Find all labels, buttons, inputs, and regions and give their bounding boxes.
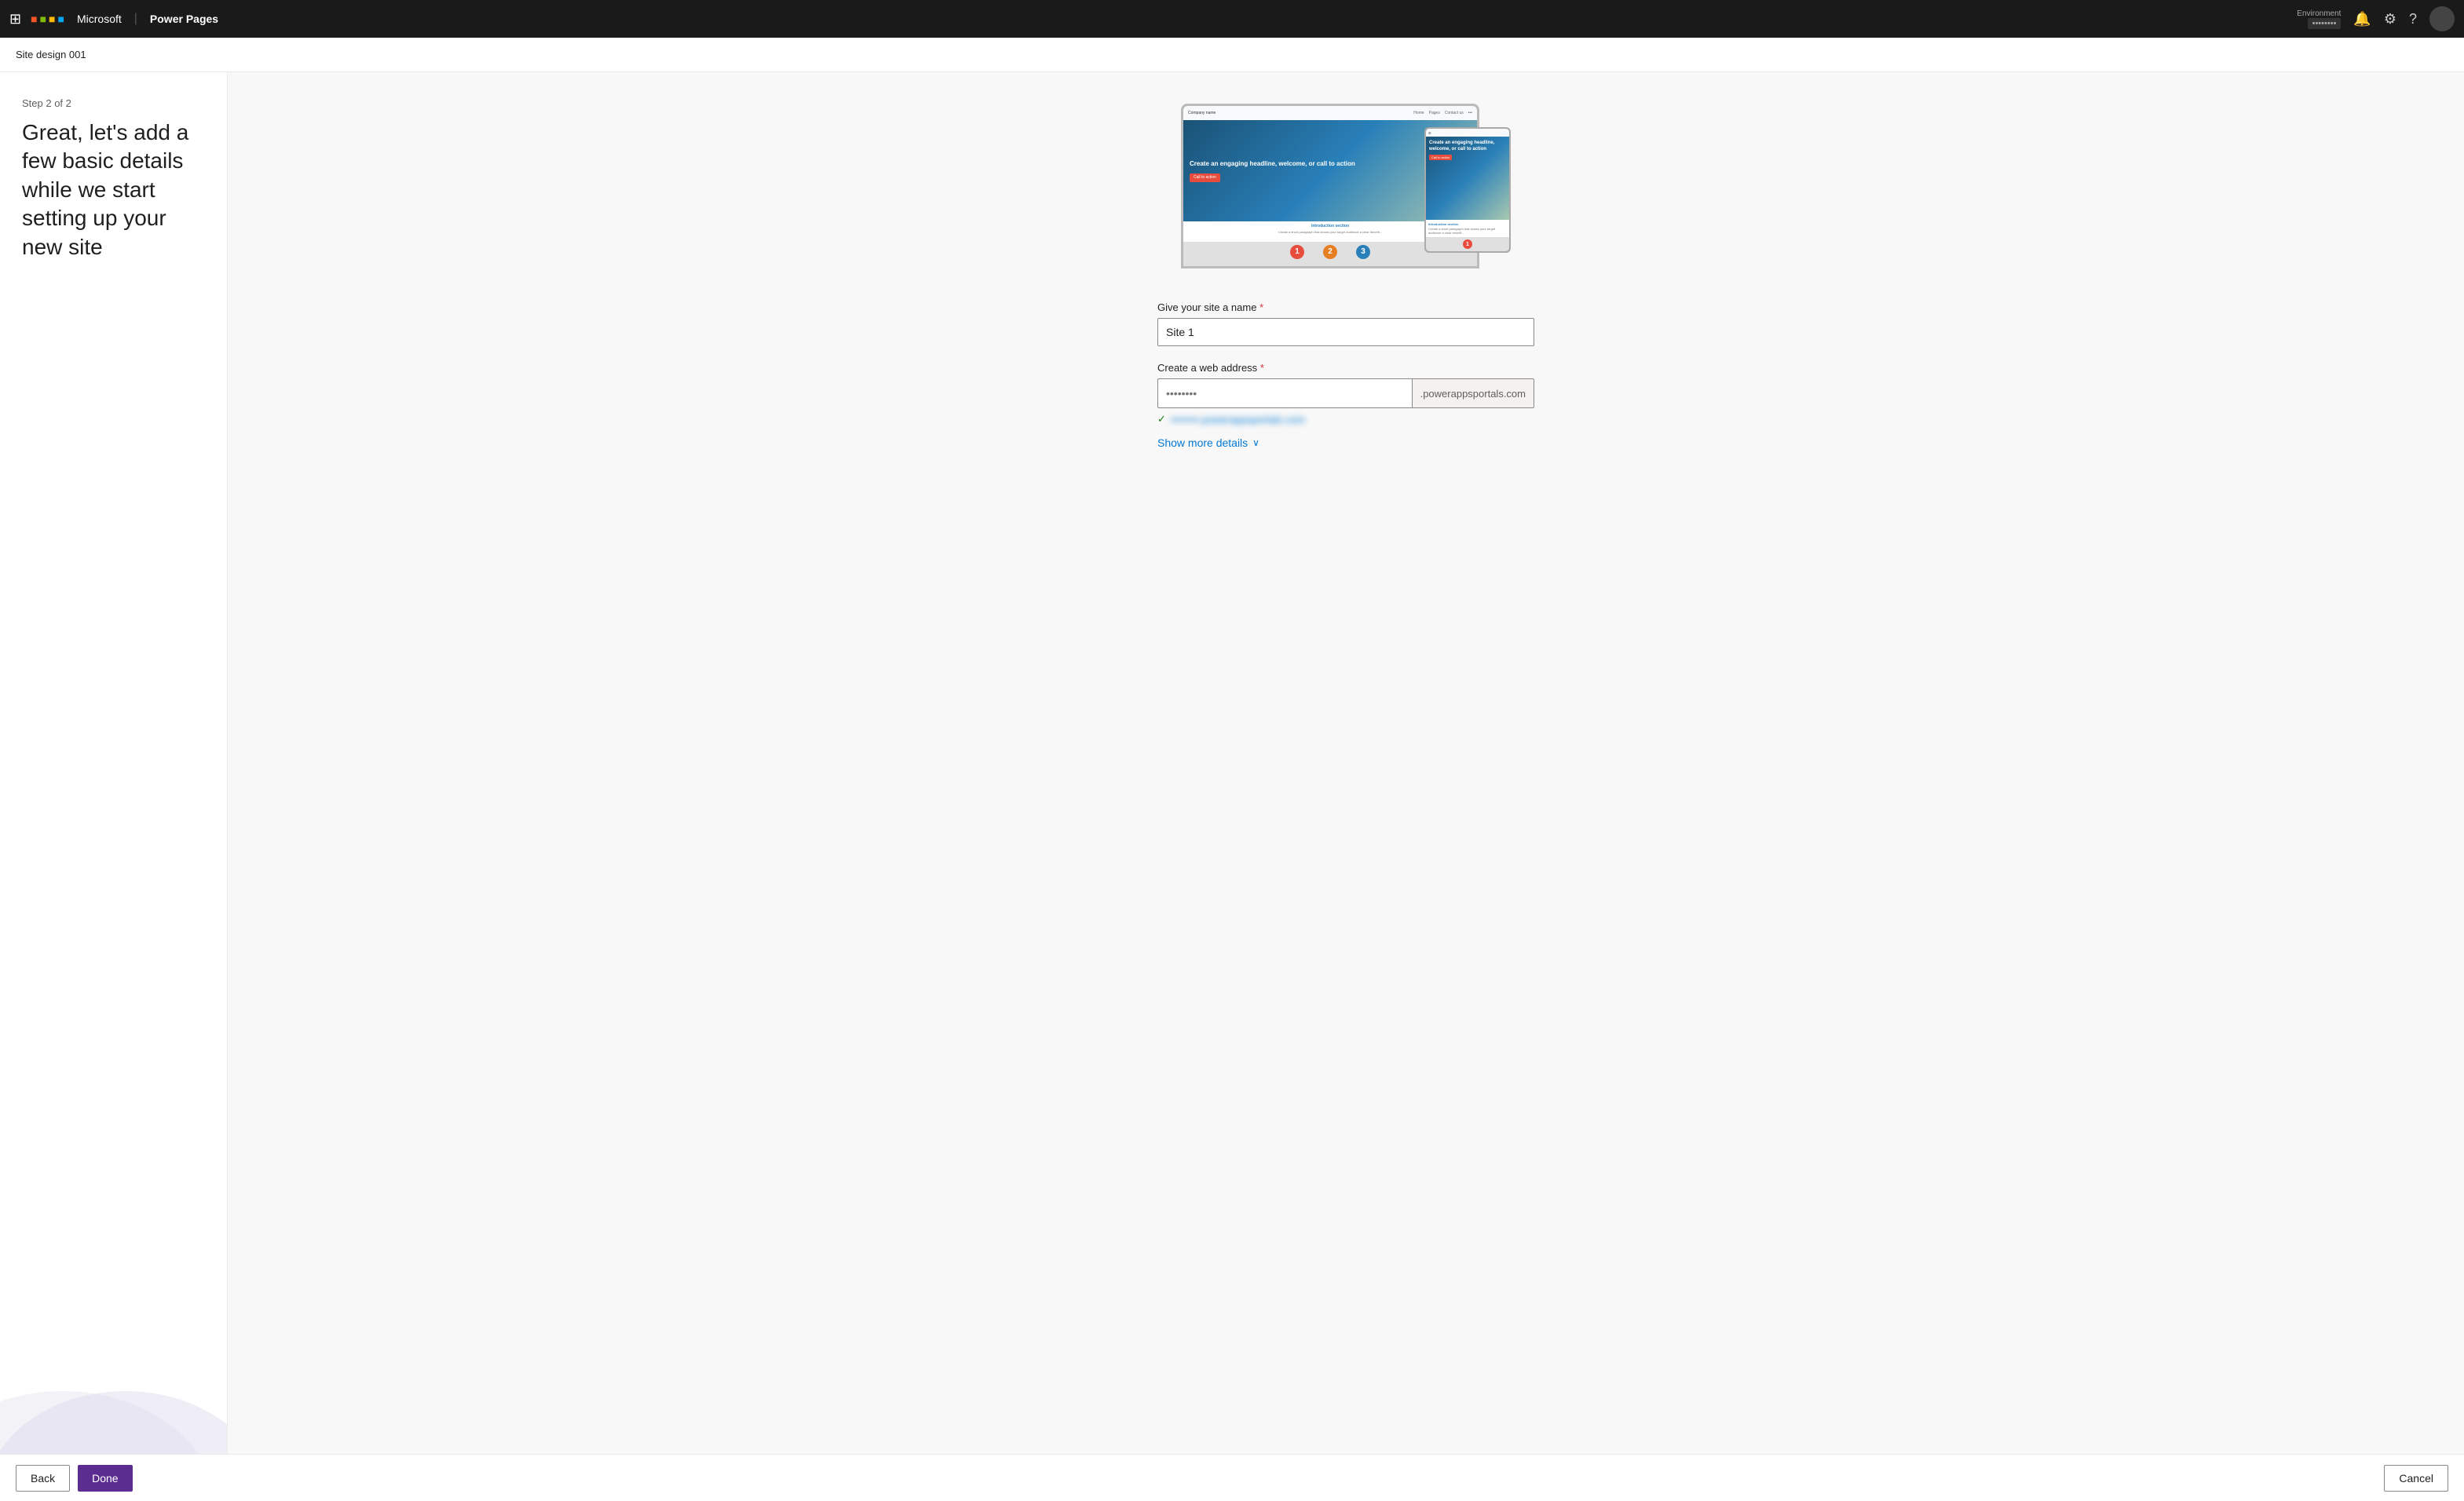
footer: Back Done Cancel (0, 1454, 2464, 1501)
preview-company-name: Company name (1188, 111, 1216, 115)
sidebar: Step 2 of 2 Great, let's add a few basic… (0, 72, 228, 1454)
settings-icon[interactable]: ⚙ (2384, 11, 2396, 27)
check-icon: ✓ (1157, 413, 1166, 425)
done-button[interactable]: Done (78, 1465, 132, 1492)
breadcrumb-text: Site design 001 (16, 49, 86, 60)
site-name-label: Give your site a name * (1157, 301, 1534, 313)
validation-url[interactable]: ••••••••.powerappsportals.com (1171, 414, 1305, 425)
required-star: * (1259, 301, 1263, 313)
mobile-preview: ☰ Create an engaging headline, welcome, … (1424, 127, 1511, 253)
back-button[interactable]: Back (16, 1465, 70, 1492)
cancel-button[interactable]: Cancel (2384, 1465, 2448, 1492)
step-badge-2: 2 (1323, 245, 1337, 259)
environment-label: Environment (2297, 9, 2341, 18)
show-more-details-button[interactable]: Show more details ∨ (1157, 436, 1534, 449)
topnav: ⊞ ■ ■ ■ ■ Microsoft | Power Pages Enviro… (0, 0, 2464, 38)
validation-row: ✓ ••••••••.powerappsportals.com (1157, 413, 1534, 425)
environment-name: •••••••• (2308, 18, 2342, 29)
microsoft-logo: ■ ■ ■ ■ (31, 13, 64, 25)
wave-decoration (0, 1281, 228, 1454)
notification-icon[interactable]: 🔔 (2353, 11, 2371, 27)
web-address-input[interactable] (1158, 379, 1412, 407)
web-address-required-star: * (1260, 362, 1264, 374)
step-badge-1: 1 (1290, 245, 1304, 259)
help-icon[interactable]: ? (2409, 11, 2417, 27)
step-badge-3: 3 (1356, 245, 1370, 259)
breadcrumb: Site design 001 (0, 38, 2464, 72)
content-area: Company name Home Pages Contact us ••• C… (228, 72, 2464, 1454)
chevron-down-icon: ∨ (1252, 437, 1259, 448)
environment-selector[interactable]: Environment •••••••• (2297, 9, 2341, 29)
main-layout: Step 2 of 2 Great, let's add a few basic… (0, 72, 2464, 1454)
sidebar-title: Great, let's add a few basic details whi… (22, 119, 205, 261)
microsoft-label: Microsoft (77, 13, 122, 25)
web-address-field: .powerappsportals.com (1157, 378, 1534, 408)
site-preview: Company name Home Pages Contact us ••• C… (1181, 104, 1511, 276)
avatar[interactable] (2429, 6, 2455, 31)
waffle-icon[interactable]: ⊞ (9, 11, 21, 27)
form-container: Give your site a name * Create a web add… (1157, 301, 1534, 449)
mobile-step-badge-1: 1 (1463, 239, 1472, 249)
app-name-label: Power Pages (150, 13, 218, 25)
web-address-suffix: .powerappsportals.com (1412, 379, 1534, 407)
step-indicator: Step 2 of 2 (22, 97, 205, 109)
web-address-label: Create a web address * (1157, 362, 1534, 374)
site-name-input[interactable] (1157, 318, 1534, 346)
show-more-label: Show more details (1157, 436, 1248, 449)
